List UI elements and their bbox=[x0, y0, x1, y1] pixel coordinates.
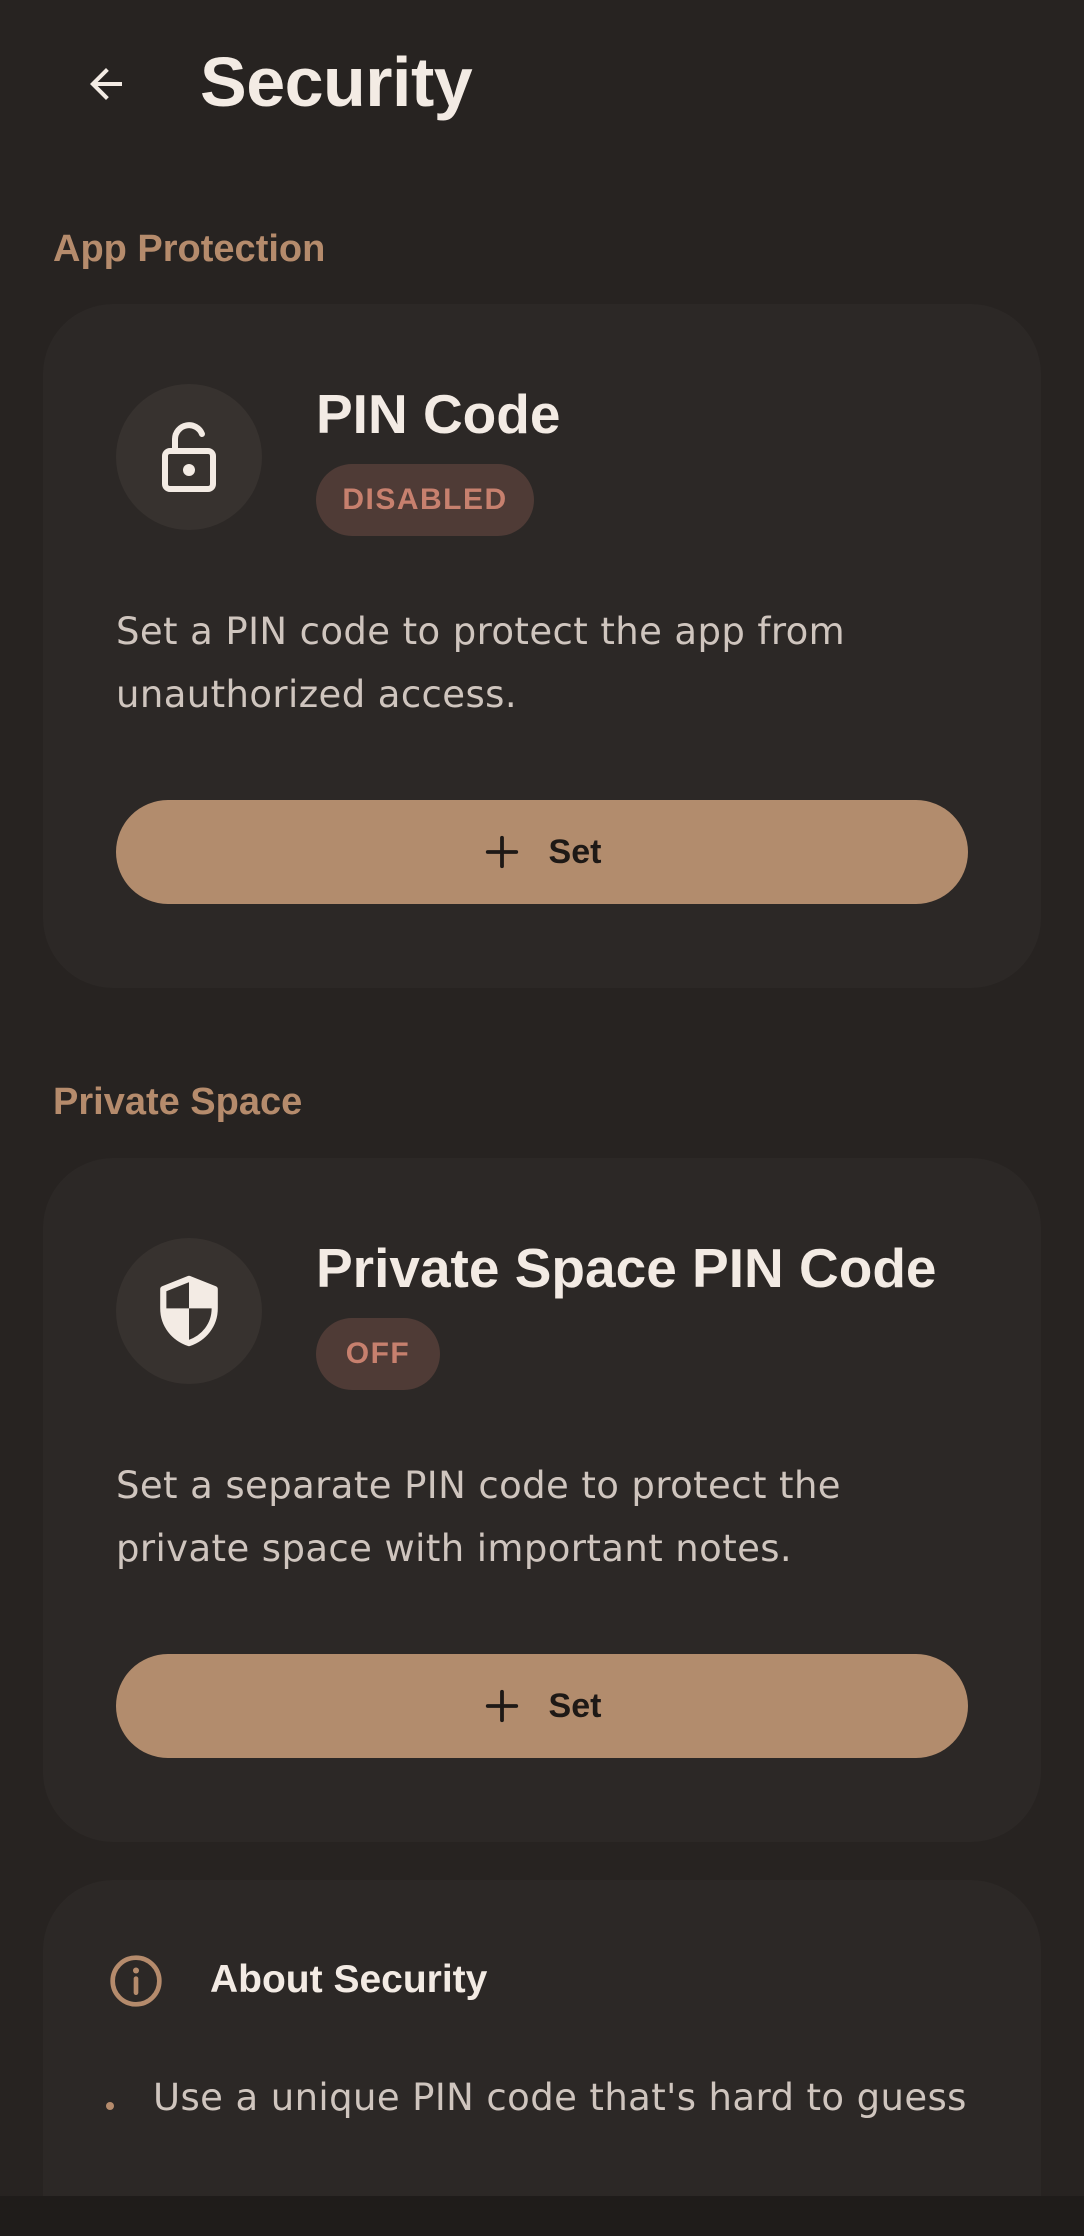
plus-icon bbox=[485, 1689, 518, 1723]
info-icon bbox=[110, 1955, 162, 2007]
section-label-app-protection: App Protection bbox=[53, 228, 326, 270]
set-private-pin-button-label: Set bbox=[548, 1686, 602, 1725]
private-pin-title: Private Space PIN Code bbox=[316, 1237, 937, 1299]
set-pin-button[interactable]: Set bbox=[116, 800, 968, 904]
shield-icon bbox=[160, 1275, 218, 1347]
pin-description: Set a PIN code to protect the app from u… bbox=[116, 610, 846, 716]
top-app-bar: Security bbox=[0, 0, 1084, 170]
page-title: Security bbox=[200, 43, 473, 121]
arrow-left-icon bbox=[90, 68, 122, 100]
security-screen: Security App Protection PIN Code DISABLE… bbox=[0, 0, 1084, 2236]
private-pin-status-badge: OFF bbox=[316, 1318, 440, 1390]
pin-status-badge: DISABLED bbox=[316, 464, 534, 536]
set-pin-button-label: Set bbox=[548, 832, 602, 871]
section-label-private-space: Private Space bbox=[53, 1081, 303, 1123]
private-space-pin-card: Private Space PIN Code OFF Set a separat… bbox=[43, 1158, 1041, 1842]
set-private-pin-button[interactable]: Set bbox=[116, 1654, 968, 1758]
about-security-title: About Security bbox=[210, 1958, 488, 2001]
pin-code-card: PIN Code DISABLED Set a PIN code to prot… bbox=[43, 304, 1041, 988]
plus-icon bbox=[485, 835, 518, 869]
back-button[interactable] bbox=[66, 44, 146, 124]
tip-text: Use a unique PIN code that's hard to gue… bbox=[153, 2076, 967, 2119]
tip-bullet bbox=[106, 2102, 114, 2110]
pin-icon-container bbox=[116, 384, 262, 530]
private-pin-description: Set a separate PIN code to protect the p… bbox=[116, 1464, 841, 1570]
pin-code-title: PIN Code bbox=[316, 383, 561, 445]
about-security-card: About Security Use a unique PIN code tha… bbox=[43, 1880, 1041, 2236]
bottom-edge bbox=[0, 2196, 1084, 2236]
private-pin-icon-container bbox=[116, 1238, 262, 1384]
lock-open-icon bbox=[162, 422, 216, 492]
